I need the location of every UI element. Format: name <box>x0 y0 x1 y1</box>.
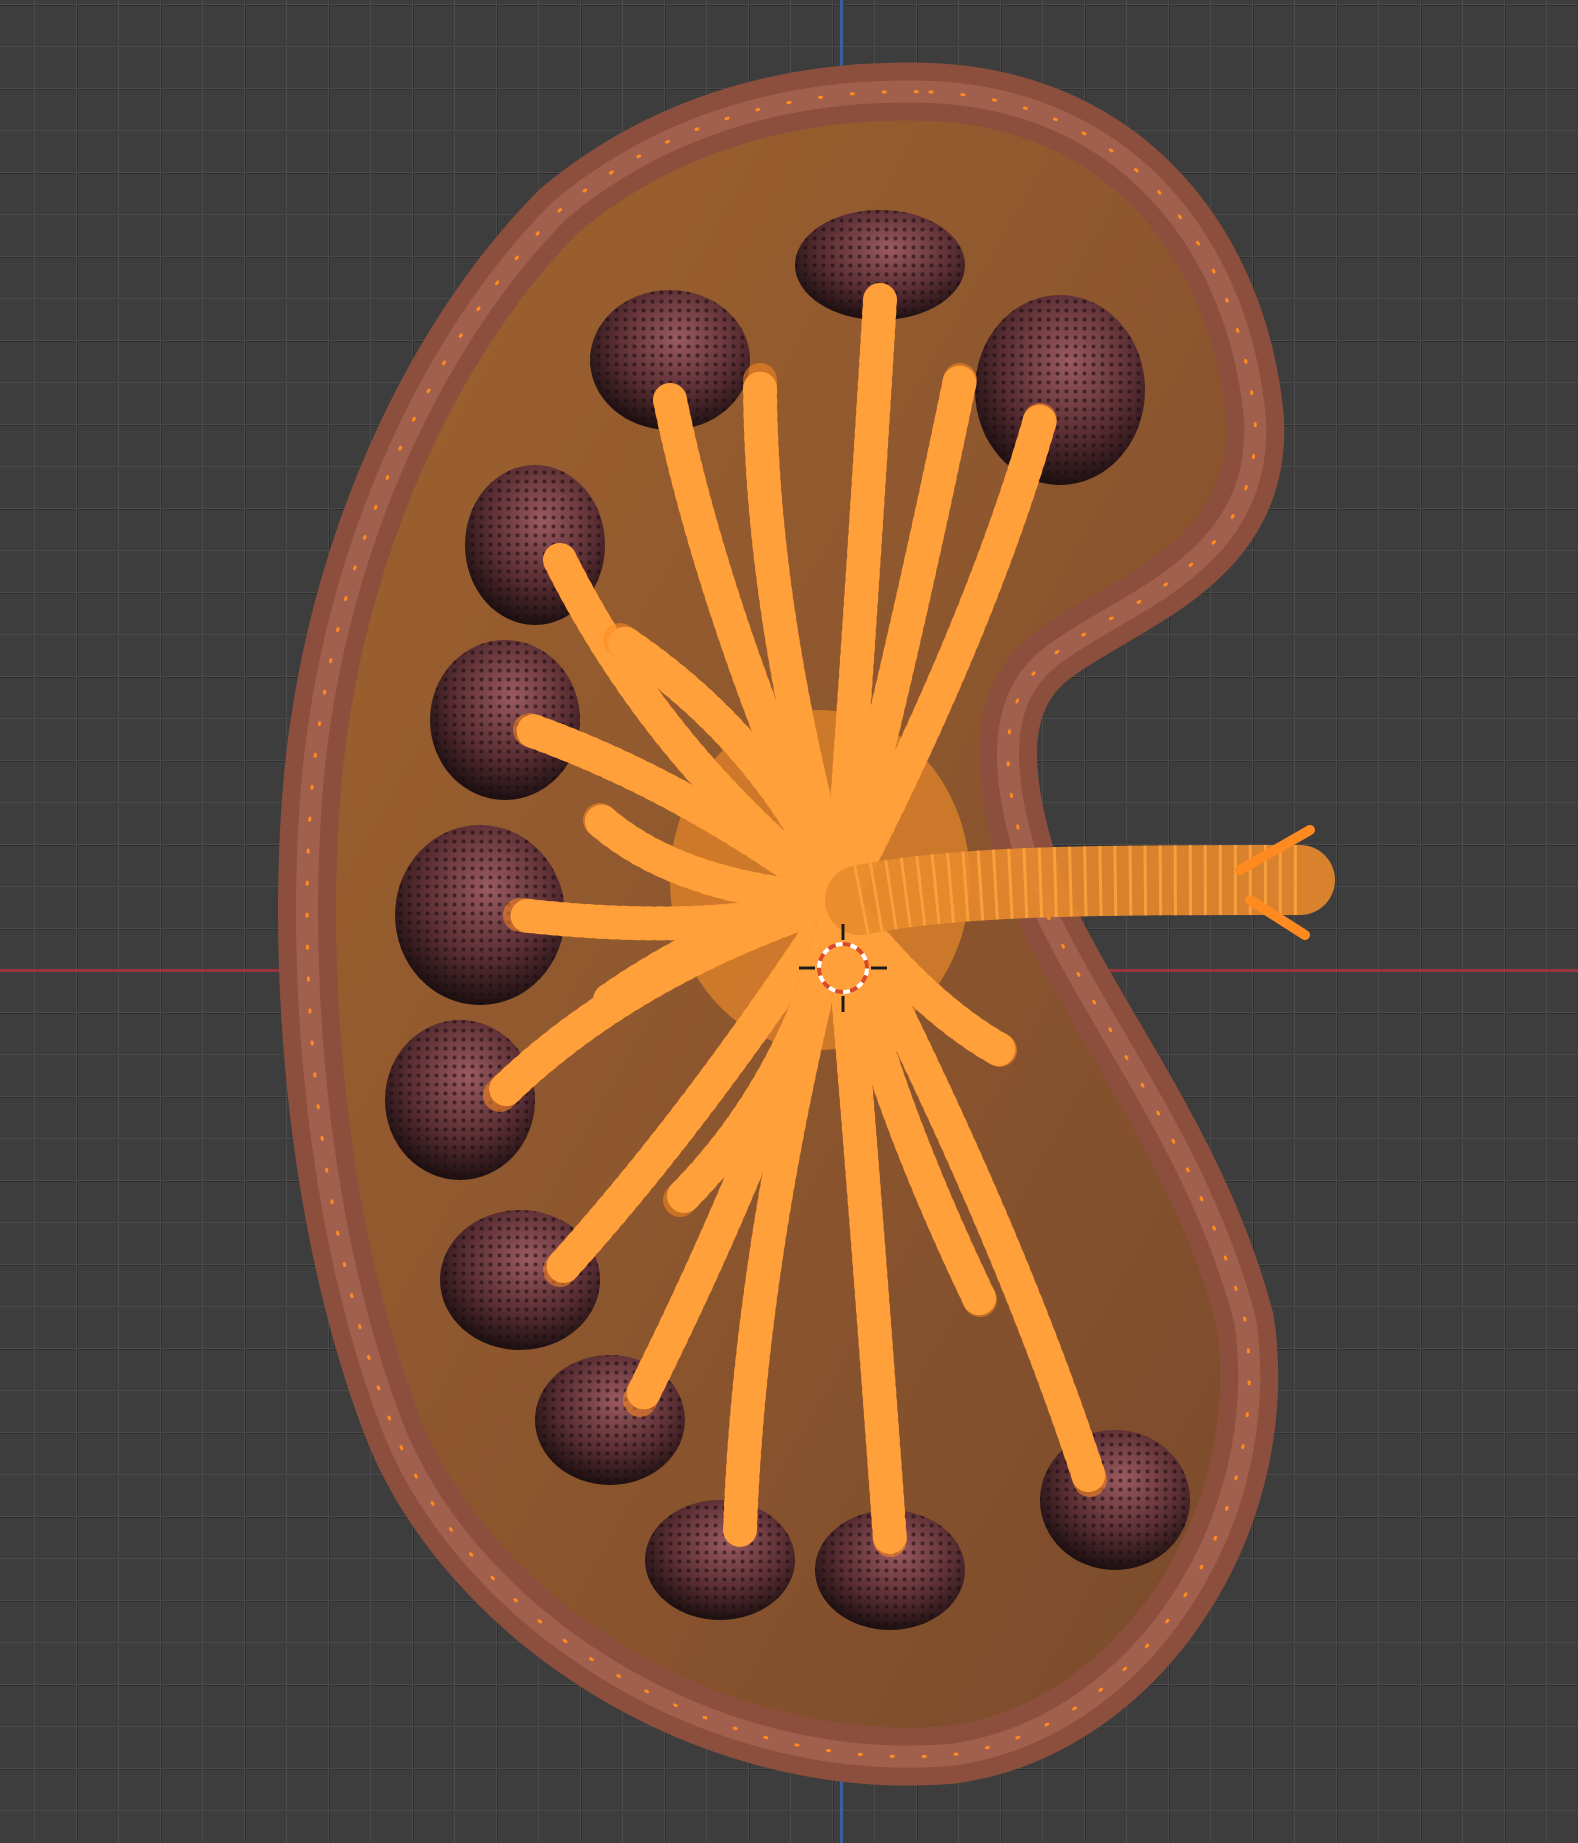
pyramid-10 <box>645 1500 795 1620</box>
pyramid-3 <box>975 295 1145 485</box>
pyramid-5 <box>430 640 580 800</box>
mesh-canvas[interactable] <box>0 0 1578 1843</box>
3d-viewport[interactable] <box>0 0 1578 1843</box>
